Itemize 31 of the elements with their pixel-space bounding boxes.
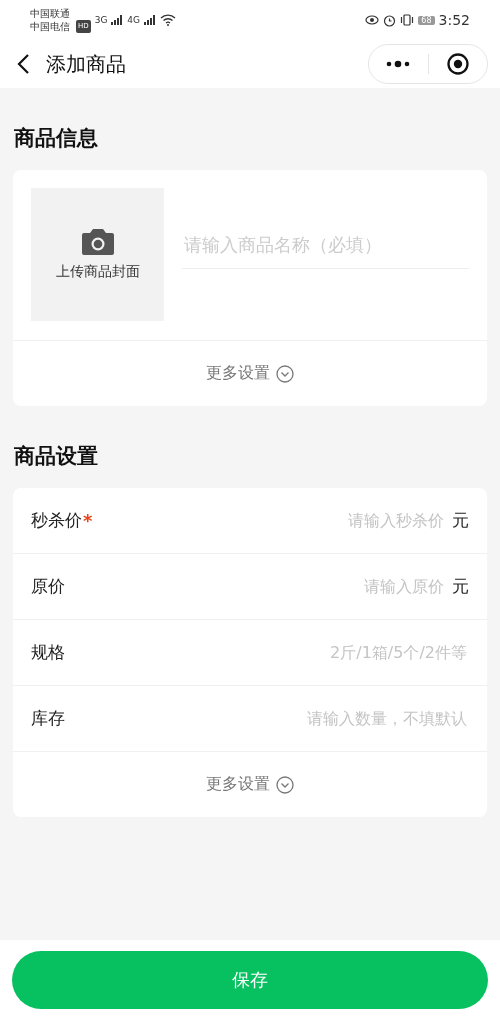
field-label: 秒杀价 — [31, 509, 82, 532]
more-settings-button[interactable]: 更多设置 — [13, 341, 487, 406]
chevron-down-icon — [276, 775, 294, 794]
target-icon — [445, 52, 470, 76]
back-icon[interactable] — [16, 53, 30, 75]
signal-icon — [144, 15, 157, 25]
battery-level: 68 — [418, 15, 435, 25]
camera-icon — [81, 228, 114, 255]
unit-label: 元 — [452, 509, 469, 532]
dots-icon — [385, 60, 412, 68]
clock-time: 3:52 — [438, 12, 470, 28]
alarm-icon — [383, 13, 397, 27]
field-label: 规格 — [31, 641, 65, 664]
network-type: 4G — [127, 15, 141, 25]
section-title: 商品设置 — [14, 443, 99, 470]
unit-label: 元 — [452, 575, 469, 598]
required-mark: * — [83, 510, 93, 531]
carrier-name: 中国联通 — [30, 7, 71, 20]
carrier-name: 中国电信 — [30, 20, 70, 33]
wifi-icon — [160, 14, 177, 26]
page-title: 添加商品 — [46, 50, 127, 78]
eye-icon — [365, 15, 380, 25]
signal-icon — [111, 15, 124, 25]
chevron-down-icon — [276, 364, 294, 383]
more-settings-button[interactable]: 更多设置 — [13, 752, 487, 817]
cover-upload-button[interactable]: 上传商品封面 — [31, 188, 164, 321]
field-label: 库存 — [31, 707, 65, 730]
section-title: 商品信息 — [14, 125, 99, 152]
network-type: 3G — [94, 15, 108, 25]
vibrate-icon — [400, 14, 415, 26]
field-label: 原价 — [31, 575, 65, 598]
